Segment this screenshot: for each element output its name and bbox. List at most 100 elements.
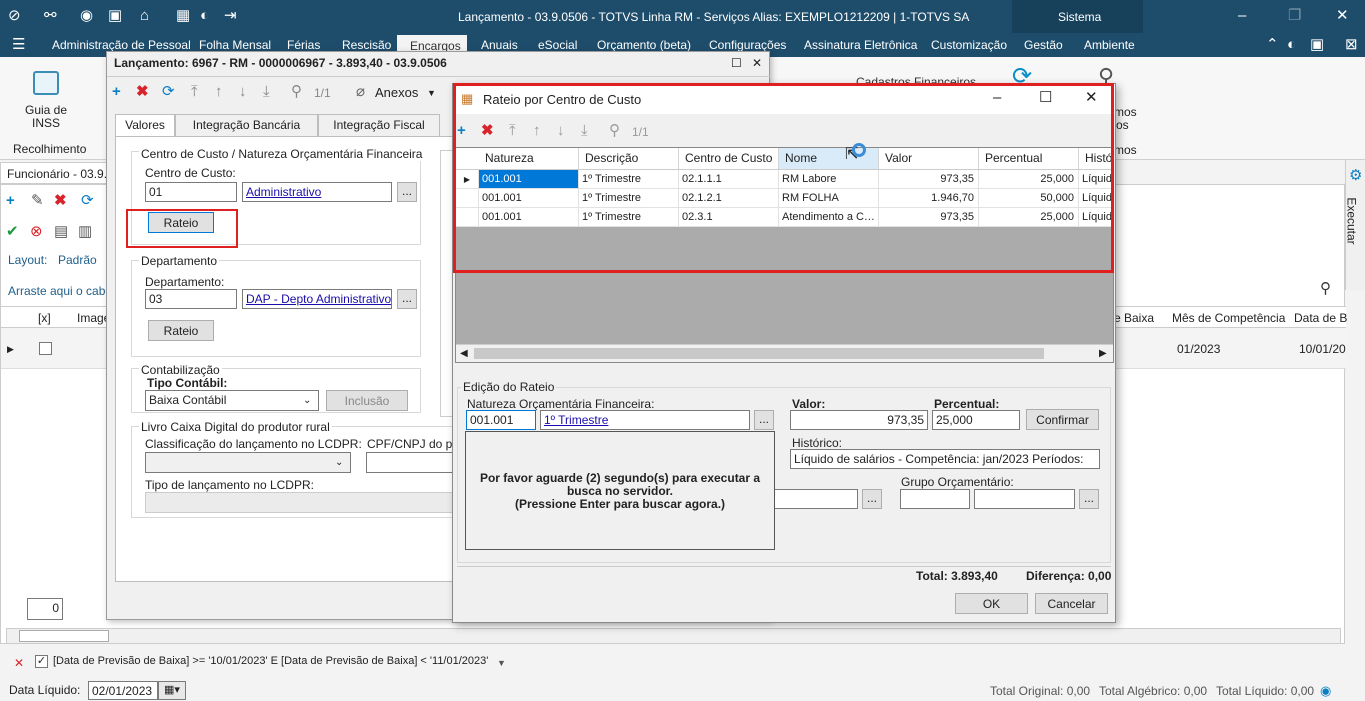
- menu-item-ferias[interactable]: Férias: [287, 38, 320, 52]
- view-icon[interactable]: ◉: [80, 8, 93, 24]
- tipo-contabil-select[interactable]: Baixa Contábil: [145, 390, 319, 411]
- refresh-icon[interactable]: ⟳: [81, 193, 94, 209]
- cpf-field[interactable]: [366, 452, 456, 473]
- lanc-refresh-icon[interactable]: ⟳: [162, 84, 175, 100]
- grupo-name-field[interactable]: [974, 489, 1075, 509]
- print-icon[interactable]: ▥: [78, 224, 92, 240]
- menu-item-assinatura[interactable]: Assinatura Eletrônica: [804, 38, 917, 52]
- delete-icon[interactable]: ✖: [54, 193, 67, 209]
- menu-item-folha[interactable]: Folha Mensal: [199, 38, 271, 52]
- filter-remove-icon[interactable]: ✕: [14, 655, 24, 671]
- lanc-next-icon[interactable]: ↓: [239, 84, 247, 100]
- col-baixa[interactable]: e Baixa: [1114, 311, 1154, 325]
- lanc-maximize-icon[interactable]: ☐: [731, 55, 742, 71]
- col-data[interactable]: Data de B: [1294, 311, 1347, 325]
- menu-item-anuais[interactable]: Anuais: [481, 38, 518, 52]
- tab-integracao-fiscal[interactable]: Integração Fiscal: [318, 114, 440, 136]
- guia-inss-label[interactable]: Guia de INSS: [22, 104, 70, 130]
- menu-item-administracao[interactable]: Administração de Pessoal: [52, 38, 191, 52]
- cancel-circle-icon[interactable]: ⊗: [30, 224, 43, 240]
- lanc-prev-icon[interactable]: ↑: [215, 84, 223, 100]
- lanc-close-icon[interactable]: ✕: [752, 55, 762, 71]
- col-mes-competencia[interactable]: Mês de Competência: [1172, 311, 1285, 325]
- scroll-thumb[interactable]: [19, 630, 109, 642]
- search-icon[interactable]: ⚲: [1320, 281, 1331, 297]
- tab-integracao-bancaria[interactable]: Integração Bancária: [175, 114, 318, 136]
- globe-icon[interactable]: ◐: [200, 8, 209, 24]
- scroll-right-icon[interactable]: ▶: [1099, 346, 1107, 362]
- lanc-delete-icon[interactable]: ✖: [136, 84, 149, 100]
- cc-name-field[interactable]: Administrativo: [242, 182, 392, 202]
- help-icon[interactable]: ◐: [1287, 37, 1296, 53]
- tipo-lanc-select[interactable]: [145, 492, 456, 513]
- lanc-first-icon[interactable]: ⤒: [191, 84, 198, 100]
- home-icon[interactable]: ⌂: [140, 8, 149, 24]
- connections-icon[interactable]: ⚯: [44, 8, 57, 24]
- grupo-lookup-button[interactable]: ...: [1079, 489, 1099, 509]
- cancelar-button[interactable]: Cancelar: [1035, 593, 1108, 614]
- sistema-panel[interactable]: Sistema: [1012, 0, 1143, 33]
- window-options-icon[interactable]: ▣: [1310, 37, 1324, 53]
- executar-panel[interactable]: ⚙ Executar: [1345, 160, 1365, 290]
- hist-field[interactable]: Líquido de salários - Competência: jan/2…: [790, 449, 1100, 469]
- row-checkbox[interactable]: [39, 342, 52, 355]
- anexos-button[interactable]: Anexos: [375, 85, 418, 100]
- partial-field[interactable]: [774, 489, 858, 509]
- collapse-ribbon-icon[interactable]: ⌃: [1266, 37, 1279, 53]
- filter-checkbox[interactable]: ✓: [35, 655, 48, 668]
- menu-item-gestao[interactable]: Gestão: [1024, 38, 1063, 52]
- layout-select[interactable]: Padrão: [58, 253, 97, 267]
- horizontal-scrollbar[interactable]: [6, 628, 1341, 644]
- filter-dropdown-icon[interactable]: ▼: [497, 655, 506, 671]
- dep-lookup-button[interactable]: ...: [397, 289, 417, 309]
- page-number-field[interactable]: 0: [27, 598, 63, 620]
- lanc-add-icon[interactable]: +: [112, 84, 121, 100]
- hamburger-icon[interactable]: ☰: [12, 37, 25, 53]
- tab-valores[interactable]: Valores: [115, 114, 175, 136]
- edit-icon[interactable]: ✎: [31, 193, 44, 209]
- tipo-dropdown-icon[interactable]: ⌄: [303, 393, 311, 409]
- rateio-grid-scrollbar[interactable]: ◀ ▶: [456, 344, 1113, 362]
- comment-icon[interactable]: ▤: [54, 224, 68, 240]
- ok-button[interactable]: OK: [955, 593, 1028, 614]
- ribbon-partial-1[interactable]: mos: [1114, 105, 1137, 119]
- lanc-search-icon[interactable]: ⚲: [291, 84, 302, 100]
- menu-item-ambiente[interactable]: Ambiente: [1084, 38, 1135, 52]
- class-select[interactable]: [145, 452, 351, 473]
- restore-icon[interactable]: ❐: [1288, 8, 1301, 24]
- menu-item-orcamento[interactable]: Orçamento (beta): [597, 38, 691, 52]
- guia-inss-icon[interactable]: [33, 71, 59, 95]
- nat-lookup-button[interactable]: ...: [754, 410, 774, 430]
- layout-icon[interactable]: ▣: [108, 8, 122, 24]
- rateio-scroll-thumb[interactable]: [474, 348, 1044, 359]
- menu-item-esocial[interactable]: eSocial: [538, 38, 577, 52]
- rateio-button-2[interactable]: Rateio: [148, 320, 214, 341]
- class-dropdown-icon[interactable]: ⌄: [335, 455, 343, 471]
- scroll-left-icon[interactable]: ◀: [460, 346, 468, 362]
- calculator-icon[interactable]: ▦: [176, 8, 190, 24]
- dep-name-field[interactable]: DAP - Depto Administrativo: [242, 289, 392, 309]
- minimize-icon[interactable]: –: [1238, 8, 1246, 24]
- menu-item-configuracoes[interactable]: Configurações: [709, 38, 786, 52]
- add-icon[interactable]: +: [6, 193, 15, 209]
- left-doc-tab[interactable]: Funcionário - 03.9.0: [0, 162, 114, 184]
- confirmar-button[interactable]: Confirmar: [1026, 409, 1099, 430]
- attach-icon[interactable]: ⌀: [356, 84, 365, 100]
- close-doc-icon[interactable]: ⊠: [1345, 37, 1358, 53]
- cc-code-field[interactable]: 01: [145, 182, 237, 202]
- anexos-dropdown-icon[interactable]: ▼: [427, 85, 436, 101]
- partial-lookup-button[interactable]: ...: [862, 489, 882, 509]
- perc-field[interactable]: 25,000: [932, 410, 1020, 430]
- ribbon-partial-2[interactable]: os: [1116, 118, 1129, 132]
- inclusao-button[interactable]: Inclusão: [326, 390, 408, 411]
- exit-icon[interactable]: ⇥: [224, 8, 237, 24]
- cc-lookup-button[interactable]: ...: [397, 182, 417, 202]
- filter-expression[interactable]: [Data de Previsão de Baixa] >= '10/01/20…: [53, 655, 488, 667]
- nat-code-field[interactable]: 001.001: [466, 410, 536, 430]
- lanc-last-icon[interactable]: ⤓: [263, 84, 270, 100]
- menu-item-rescisao[interactable]: Rescisão: [342, 38, 391, 52]
- check-icon[interactable]: ✔: [6, 224, 19, 240]
- col-x[interactable]: [x]: [38, 311, 51, 325]
- data-liquido-field[interactable]: 02/01/2023: [88, 681, 158, 700]
- dep-code-field[interactable]: 03: [145, 289, 237, 309]
